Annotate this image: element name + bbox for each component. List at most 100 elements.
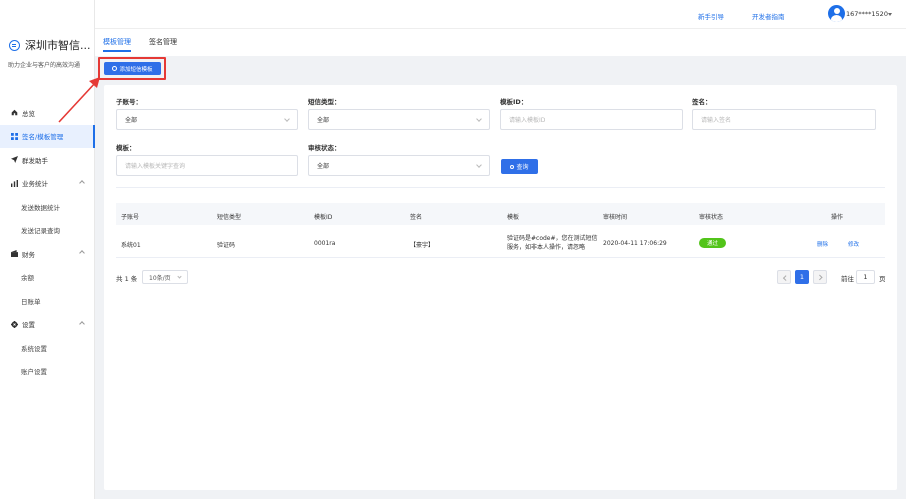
- sidebar-item-account-settings[interactable]: 账户设置: [0, 360, 95, 384]
- divider: [116, 187, 885, 188]
- query-button[interactable]: 查询: [501, 159, 538, 174]
- sub-account-value: 全部: [125, 117, 138, 124]
- brand-slogan: 助力企业与客户的高效沟通: [8, 62, 81, 69]
- chevron-down-icon: [284, 116, 290, 122]
- sidebar-item-label: 发送数据统计: [21, 203, 60, 212]
- sidebar-item-label: 系统设置: [21, 344, 47, 353]
- template-label: 模板：: [116, 144, 136, 152]
- tab-signature-management[interactable]: 签名管理: [149, 37, 177, 47]
- pagination-total: 共 1 条: [116, 275, 138, 283]
- sidebar-item-bulk-send[interactable]: 群发助手: [0, 148, 95, 172]
- sidebar-item-label: 总览: [22, 109, 35, 118]
- chevron-down-icon: [476, 162, 482, 168]
- col-audit-time: 审核时间: [603, 214, 628, 221]
- tab-bar: [95, 29, 906, 56]
- row-divider: [116, 257, 885, 258]
- sidebar-menu: 总览 签名/模板管理 群发助手 业务统计 发送数据统计 发送记录查询 财务 余额…: [0, 101, 95, 383]
- beginner-guide-link[interactable]: 新手引导: [698, 11, 724, 21]
- sidebar-item-send-stats[interactable]: 发送数据统计: [0, 195, 95, 219]
- wallet-icon: [11, 250, 18, 258]
- chevron-down-icon: [476, 116, 482, 122]
- chat-bubble-icon: [9, 39, 20, 51]
- sidebar-item-label: 发送记录查询: [21, 227, 60, 236]
- sidebar-item-label: 账户设置: [21, 368, 47, 377]
- prev-page-button[interactable]: [777, 270, 791, 284]
- caret-down-icon[interactable]: [888, 13, 892, 16]
- sidebar-item-label: 余额: [21, 274, 34, 283]
- delete-link[interactable]: 删除: [817, 240, 828, 248]
- chevron-up-icon: [79, 250, 85, 256]
- cell-signature: 【豪宇】: [410, 242, 435, 249]
- sidebar-item-signature-template[interactable]: 签名/模板管理: [0, 124, 95, 148]
- cell-sms-type: 验证码: [217, 242, 236, 249]
- cell-template: 验证码是#code#，您在测试短信服务，如非本人操作，请忽略: [507, 235, 598, 251]
- sub-account-select[interactable]: 全部: [116, 109, 298, 130]
- brand-name: 深圳市智信...: [25, 39, 91, 52]
- sidebar-item-label: 签名/模板管理: [22, 133, 64, 142]
- search-icon: [510, 164, 515, 169]
- audit-status-select[interactable]: 全部: [308, 155, 490, 176]
- bar-chart-icon: [11, 179, 18, 187]
- sidebar-item-label: 群发助手: [22, 156, 48, 165]
- chevron-down-icon: [177, 274, 182, 279]
- page-size-value: 10条/页: [149, 274, 171, 282]
- sidebar-item-balance[interactable]: 余额: [0, 266, 95, 290]
- sidebar-item-daily-bill[interactable]: 日账单: [0, 289, 95, 313]
- audit-status-value: 全部: [317, 163, 330, 170]
- sub-account-label: 子账号：: [116, 98, 142, 106]
- template-id-placeholder: 请输入模板ID: [509, 117, 546, 124]
- current-page-button[interactable]: 1: [795, 270, 809, 284]
- sidebar-item-finance[interactable]: 财务: [0, 242, 95, 266]
- developer-guide-link[interactable]: 开发者指南: [752, 11, 785, 21]
- send-icon: [11, 156, 18, 164]
- active-tab-indicator: [103, 50, 131, 52]
- audit-status-label: 审核状态：: [308, 144, 341, 152]
- goto-page-input[interactable]: 1: [856, 270, 875, 284]
- grid-icon: [11, 132, 18, 140]
- add-template-label: 添加短信模板: [119, 66, 153, 73]
- chevron-up-icon: [79, 179, 85, 186]
- chevron-right-icon: [816, 274, 822, 280]
- page-size-select[interactable]: 10条/页: [142, 270, 188, 284]
- col-signature: 签名: [410, 214, 423, 221]
- signature-label: 签名：: [692, 98, 712, 106]
- sms-type-label: 短信类型：: [308, 98, 341, 106]
- sidebar-item-label: 设置: [22, 321, 35, 330]
- sidebar-item-label: 业务统计: [22, 180, 48, 189]
- brand: 深圳市智信...: [9, 37, 91, 53]
- sidebar-item-business-stats[interactable]: 业务统计: [0, 172, 95, 196]
- content-panel: [104, 85, 897, 490]
- sidebar-item-send-records[interactable]: 发送记录查询: [0, 219, 95, 243]
- chevron-left-icon: [783, 274, 789, 280]
- cell-sub-account: 系统01: [121, 242, 141, 249]
- next-page-button[interactable]: [813, 270, 827, 284]
- home-icon: [11, 109, 18, 116]
- template-keyword-placeholder: 请输入模板关键字查询: [125, 163, 186, 170]
- avatar[interactable]: [828, 5, 845, 22]
- plus-circle-icon: [112, 66, 118, 71]
- template-id-label: 模板ID：: [500, 98, 528, 106]
- cell-template-id: 0001ra: [314, 240, 336, 247]
- signature-input[interactable]: 请输入签名: [692, 109, 876, 130]
- sms-type-select[interactable]: 全部: [308, 109, 490, 130]
- user-phone[interactable]: 167****1520: [846, 10, 888, 18]
- col-sms-type: 短信类型: [217, 214, 242, 221]
- add-template-button[interactable]: 添加短信模板: [104, 62, 161, 75]
- sidebar-item-settings[interactable]: 设置: [0, 313, 95, 337]
- col-actions: 操作: [831, 214, 844, 221]
- page-suffix: 页: [879, 275, 886, 283]
- edit-link[interactable]: 修改: [848, 240, 859, 248]
- goto-label: 前往: [841, 275, 854, 283]
- sms-type-value: 全部: [317, 117, 330, 124]
- signature-placeholder: 请输入签名: [701, 117, 732, 124]
- sidebar-item-system-settings[interactable]: 系统设置: [0, 336, 95, 360]
- template-keyword-input[interactable]: 请输入模板关键字查询: [116, 155, 298, 176]
- cell-audit-time: 2020-04-11 17:06:29: [603, 240, 667, 247]
- chevron-up-icon: [79, 320, 85, 327]
- arrow-annotation-icon: [58, 77, 100, 123]
- template-id-input[interactable]: 请输入模板ID: [500, 109, 683, 130]
- col-sub-account: 子账号: [121, 214, 140, 221]
- tab-template-management[interactable]: 模板管理: [103, 37, 131, 47]
- gear-icon: [11, 320, 18, 328]
- col-audit-status: 审核状态: [699, 214, 724, 221]
